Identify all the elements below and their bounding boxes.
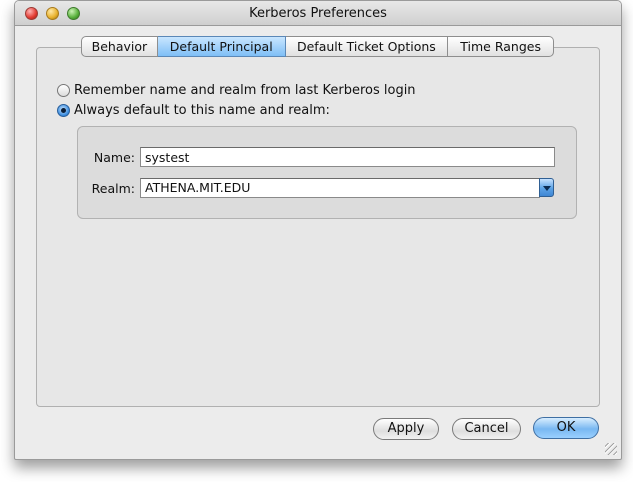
tab-bar: Behavior Default Principal Default Ticke… — [81, 36, 555, 57]
radio-button-off-icon[interactable] — [57, 84, 70, 97]
chevron-down-icon[interactable] — [539, 178, 554, 197]
radio-always-default[interactable]: Always default to this name and realm: — [57, 103, 330, 118]
apply-button[interactable]: Apply — [373, 418, 439, 440]
ok-button[interactable]: OK — [533, 417, 599, 439]
tab-default-ticket-options[interactable]: Default Ticket Options — [285, 36, 449, 57]
principal-group-box — [77, 126, 577, 219]
window-title: Kerberos Preferences — [249, 6, 387, 21]
realm-combo-input[interactable]: ATHENA.MIT.EDU — [140, 178, 540, 198]
preferences-window: Kerberos Preferences Behavior Default Pr… — [14, 0, 622, 460]
realm-label: Realm: — [91, 181, 135, 196]
tab-panel — [36, 47, 600, 407]
tab-time-ranges[interactable]: Time Ranges — [448, 36, 555, 57]
radio-remember-last-login[interactable]: Remember name and realm from last Kerber… — [57, 83, 416, 98]
tab-default-principal[interactable]: Default Principal — [157, 36, 286, 57]
tab-behavior[interactable]: Behavior — [81, 36, 158, 57]
radio-remember-label: Remember name and realm from last Kerber… — [74, 83, 416, 98]
radio-button-on-icon[interactable] — [57, 104, 70, 117]
name-input[interactable] — [140, 147, 555, 167]
name-label: Name: — [93, 150, 135, 165]
cancel-button[interactable]: Cancel — [452, 418, 521, 440]
title-bar[interactable]: Kerberos Preferences — [15, 1, 621, 26]
resize-grip-icon[interactable] — [605, 443, 617, 455]
radio-always-default-label: Always default to this name and realm: — [74, 103, 330, 118]
